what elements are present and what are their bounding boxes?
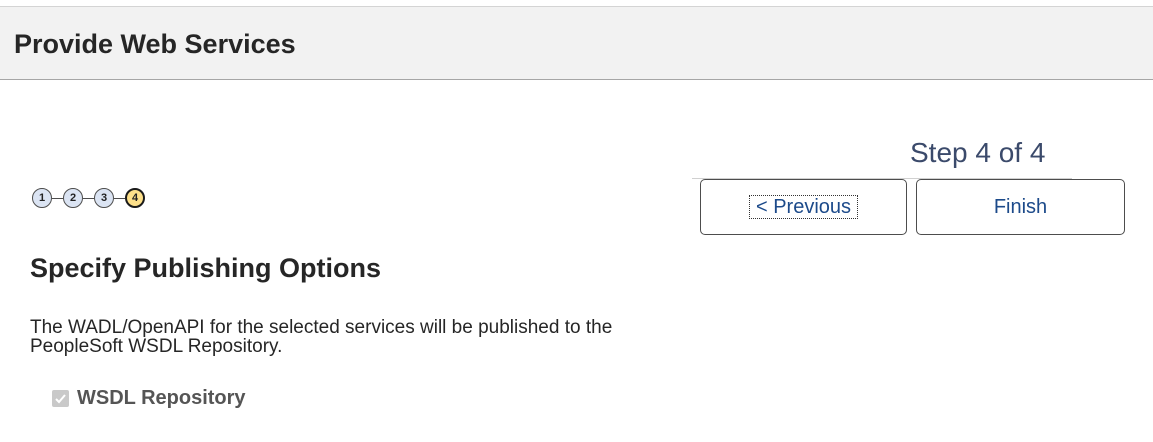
checkmark-icon <box>55 393 66 403</box>
train-connector <box>52 198 63 199</box>
wsdl-repository-checkbox[interactable] <box>52 389 69 407</box>
page-header: Provide Web Services <box>0 6 1153 80</box>
previous-button[interactable]: < Previous <box>700 179 907 235</box>
section-title: Specify Publishing Options <box>30 253 382 283</box>
train-stop-4-current: 4 <box>125 188 145 208</box>
description-line-2: PeopleSoft WSDL Repository. <box>30 336 283 357</box>
step-indicator: Step 4 of 4 <box>910 137 1046 168</box>
train-stop-2[interactable]: 2 <box>63 188 83 208</box>
train-connector <box>114 198 125 199</box>
wsdl-repository-option: WSDL Repository <box>52 386 246 410</box>
train-stop-1[interactable]: 1 <box>32 188 52 208</box>
description-line-1: The WADL/OpenAPI for the selected servic… <box>30 317 613 338</box>
finish-button[interactable]: Finish <box>916 179 1125 235</box>
train-stop-3[interactable]: 3 <box>94 188 114 208</box>
page-title: Provide Web Services <box>14 29 296 59</box>
train-connector <box>83 198 94 199</box>
section-description: The WADL/OpenAPI for the selected servic… <box>30 318 830 356</box>
wsdl-repository-label: WSDL Repository <box>77 386 246 409</box>
previous-button-label: < Previous <box>748 195 859 219</box>
